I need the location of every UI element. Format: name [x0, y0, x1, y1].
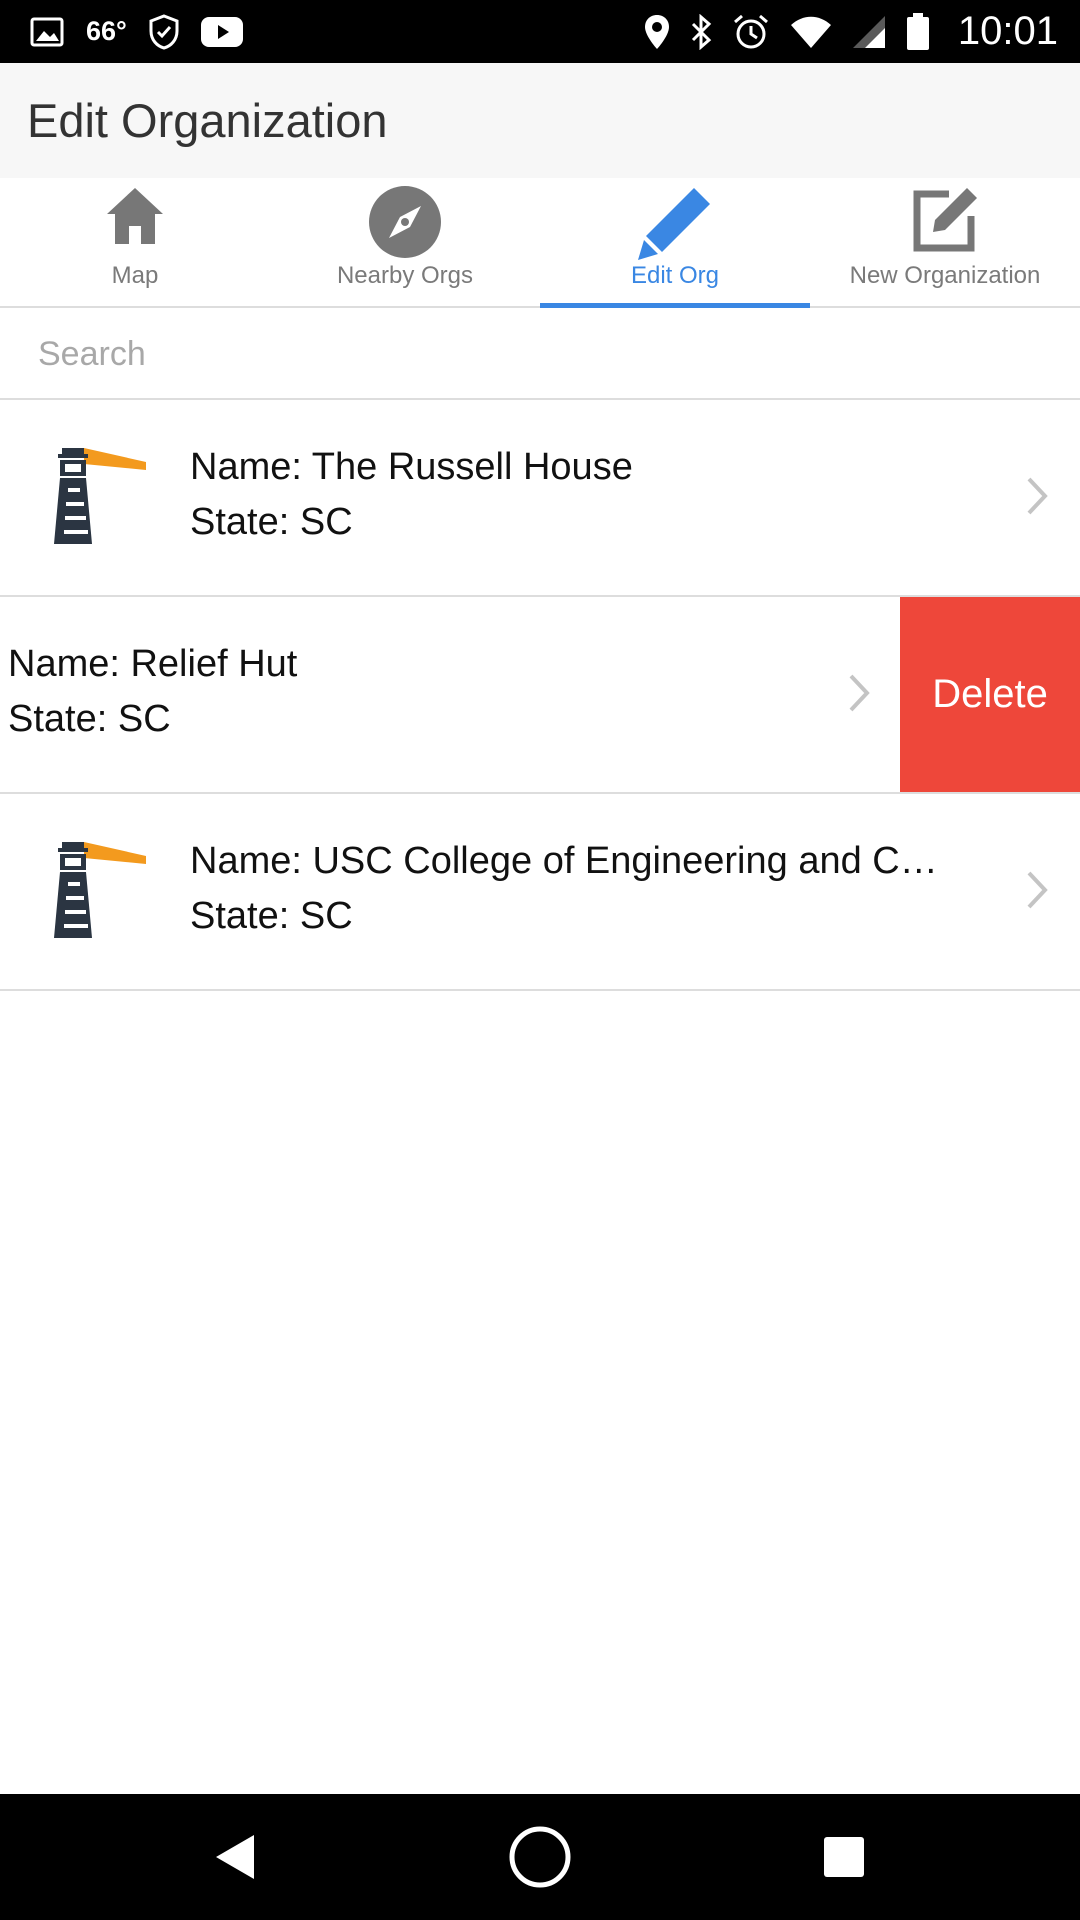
tab-label: New Organization: [849, 262, 1041, 289]
org-name: Name: USC College of Engineering and Com…: [190, 840, 950, 882]
org-info: Name: USC College of Engineering and Com…: [190, 834, 950, 944]
delete-button[interactable]: Delete: [900, 597, 1080, 792]
shield-check-icon: [149, 13, 179, 50]
alarm-icon: [732, 13, 770, 51]
org-state: State: SC: [8, 698, 171, 740]
chevron-right-icon: [1026, 476, 1048, 521]
clock: 10:01: [957, 9, 1058, 53]
tab-label: Edit Org: [630, 262, 720, 289]
tab-nearby-orgs[interactable]: Nearby Orgs: [270, 178, 540, 306]
org-state: State: SC: [190, 501, 353, 543]
recents-icon[interactable]: [784, 1794, 904, 1920]
home-circle-icon[interactable]: [480, 1794, 600, 1920]
pencil-icon: [636, 184, 714, 267]
organization-list: Name: The Russell House State: SC Name: …: [0, 400, 1080, 991]
signal-icon: [852, 15, 886, 49]
lighthouse-icon: [40, 440, 150, 550]
compass-icon: [367, 184, 443, 265]
location-icon: [644, 14, 670, 50]
list-item[interactable]: Name: The Russell House State: SC: [0, 400, 1080, 597]
org-info: Name: The Russell House State: SC: [190, 440, 950, 550]
tab-label: Nearby Orgs: [336, 262, 474, 289]
tab-label: Map: [111, 262, 159, 289]
youtube-icon: [200, 16, 243, 47]
search-input[interactable]: [36, 308, 1040, 400]
page-title: Edit Organization: [27, 94, 388, 147]
tab-edit-org[interactable]: Edit Org: [540, 178, 810, 308]
chevron-right-icon: [848, 673, 870, 718]
org-name: Name: The Russell House: [190, 446, 633, 488]
wifi-icon: [790, 16, 832, 48]
org-info: Name: Relief Hut State: SC: [8, 637, 768, 747]
list-item[interactable]: Name: USC College of Engineering and Com…: [0, 794, 1080, 991]
org-state: State: SC: [190, 895, 353, 937]
home-icon: [103, 184, 167, 253]
search-bar: [0, 308, 1080, 400]
tab-new-organization[interactable]: New Organization: [810, 178, 1080, 306]
bluetooth-icon: [690, 13, 712, 50]
org-name: Name: Relief Hut: [8, 643, 298, 685]
status-bar: 66° 10:01: [0, 0, 1080, 63]
edit-square-icon: [909, 184, 981, 261]
tab-map[interactable]: Map: [0, 178, 270, 306]
app-header: Edit Organization: [0, 63, 1080, 178]
back-icon[interactable]: [176, 1794, 296, 1920]
temperature: 66°: [86, 16, 127, 46]
lighthouse-icon: [40, 834, 150, 944]
system-nav-bar: [0, 1794, 1080, 1920]
list-item[interactable]: Name: Relief Hut State: SC Delete: [0, 597, 1080, 794]
tab-bar: Map Nearby Orgs Edit Org New Organizatio…: [0, 178, 1080, 308]
image-icon: [30, 17, 64, 47]
battery-icon: [906, 12, 930, 51]
chevron-right-icon: [1026, 870, 1048, 915]
